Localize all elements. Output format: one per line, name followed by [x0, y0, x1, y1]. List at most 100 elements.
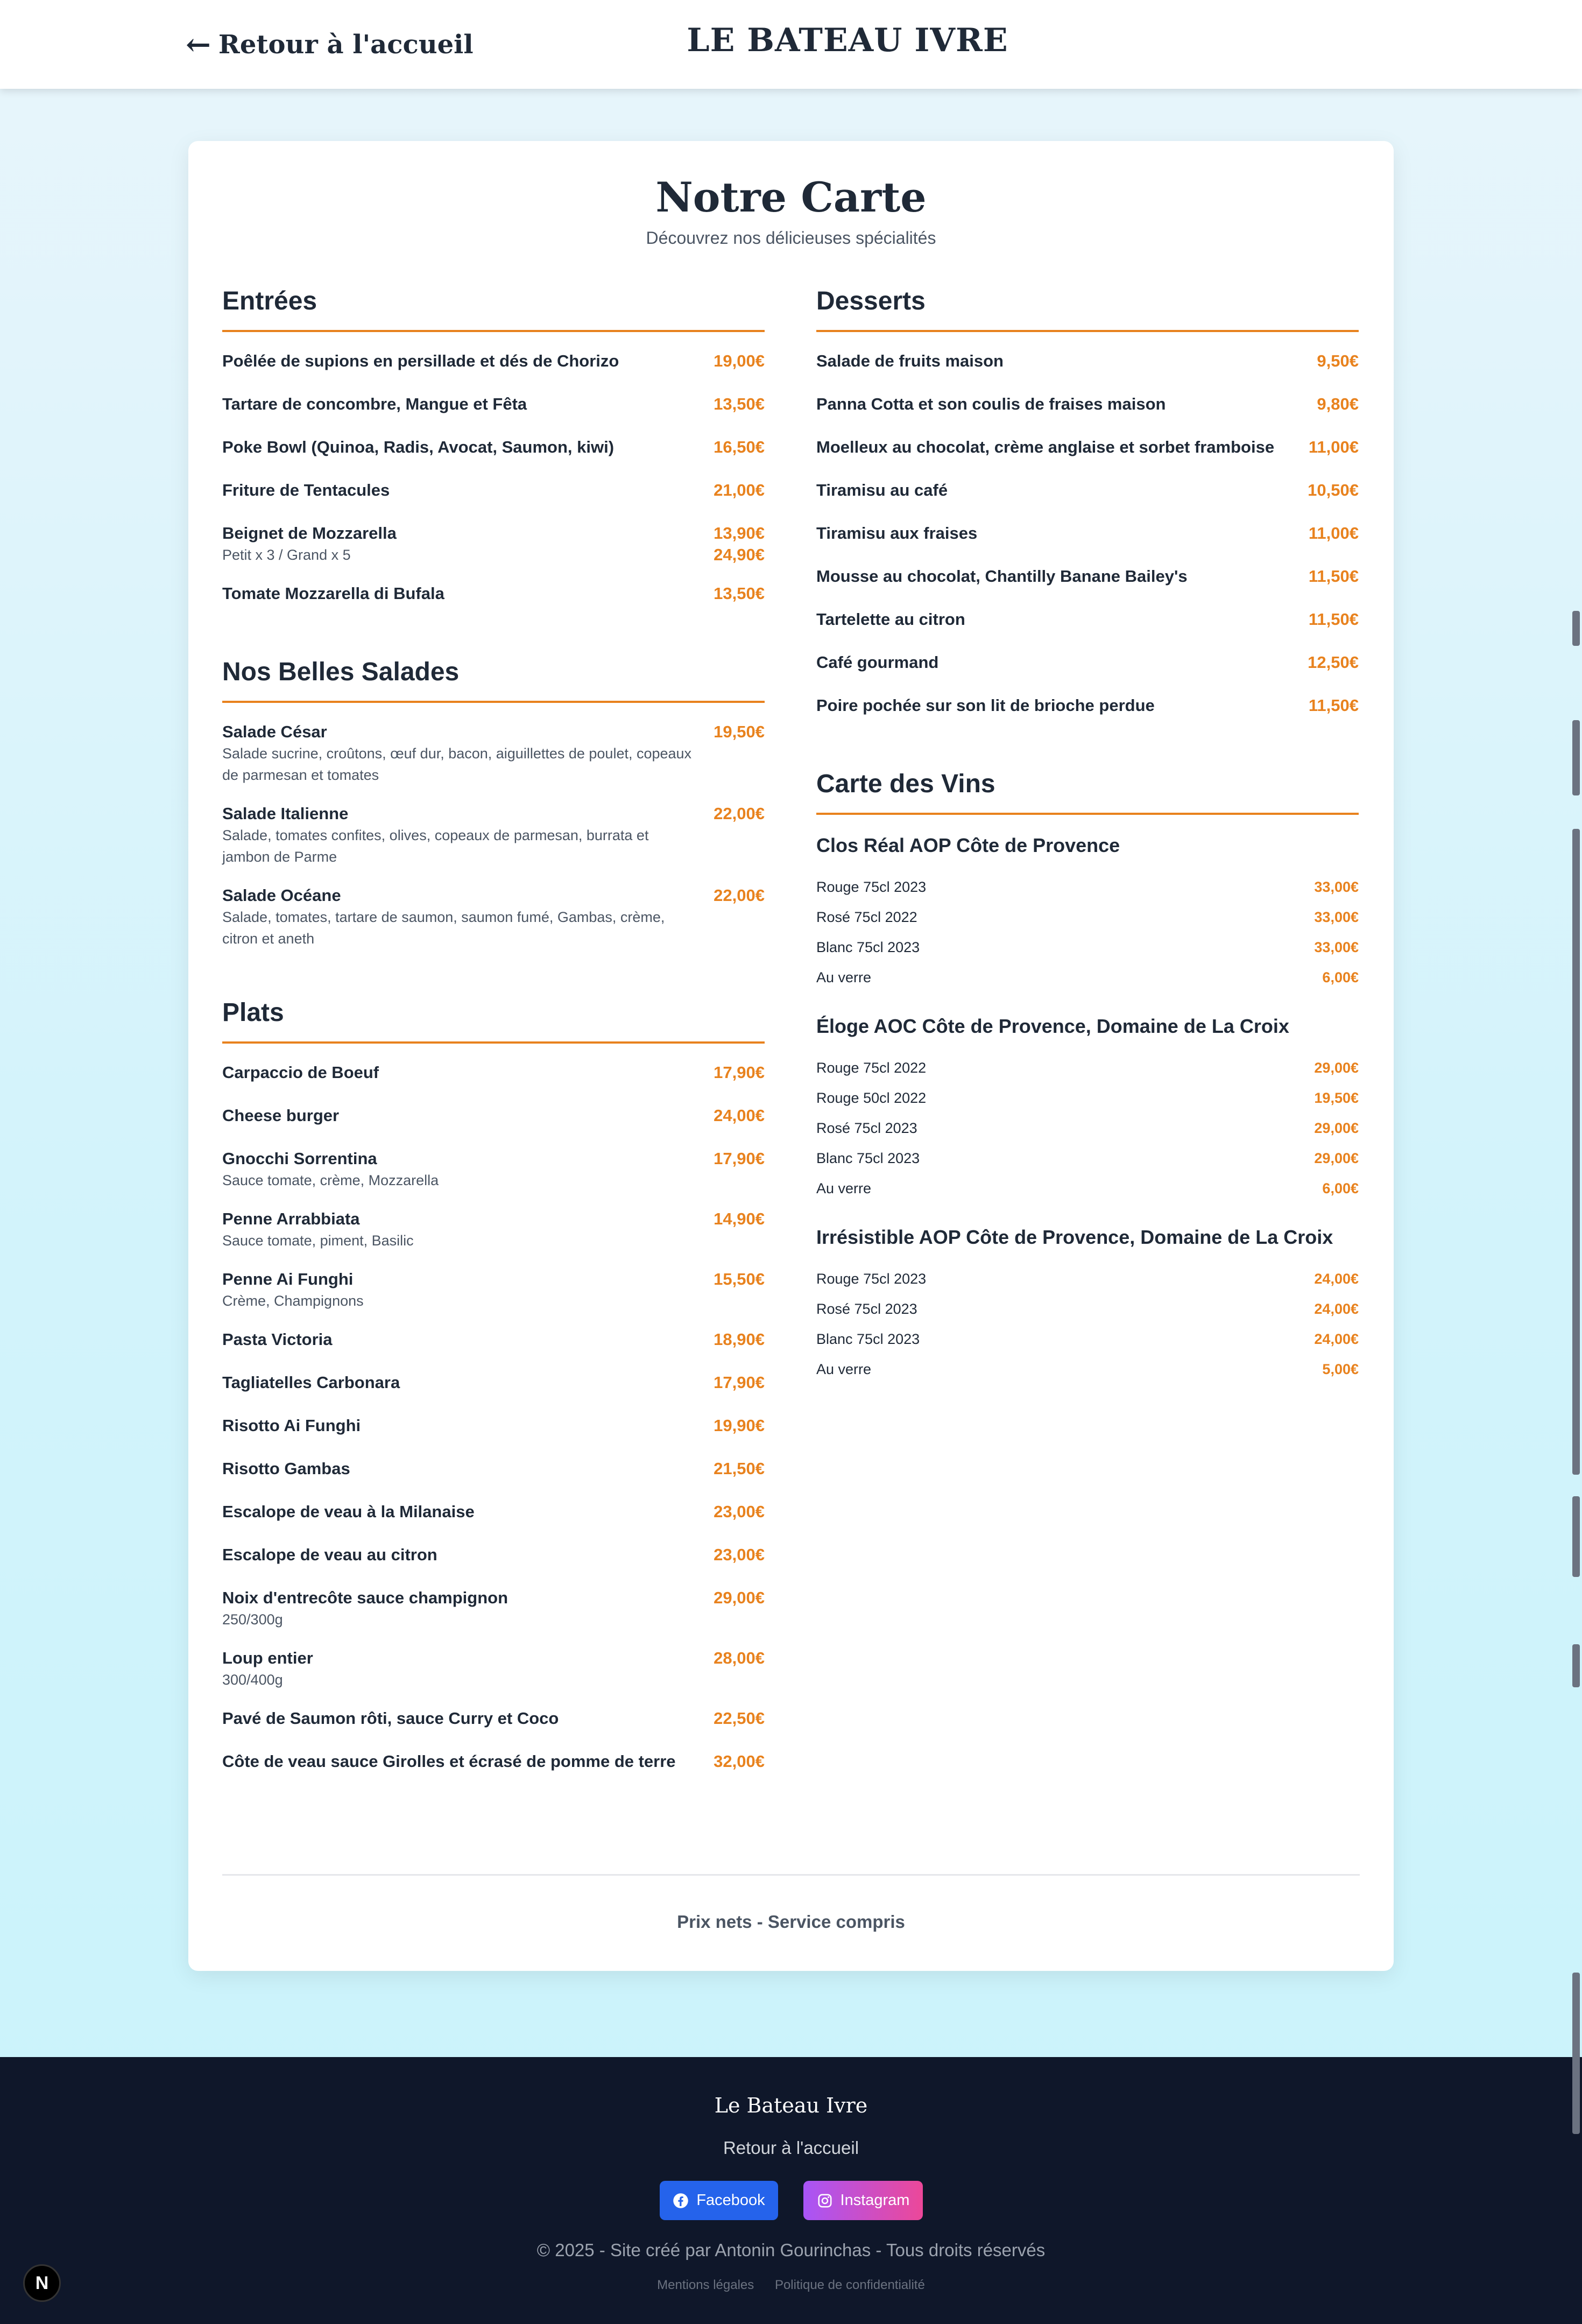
menu-item-main: Panna Cotta et son coulis de fraises mai… — [816, 393, 1317, 415]
footer-legal-links: Mentions légales Politique de confidenti… — [0, 2278, 1582, 2293]
menu-item-description: Sauce tomate, piment, Basilic — [222, 1233, 414, 1249]
menu-item: Salade Océane Salade, tomates, tartare de… — [222, 885, 765, 949]
wine-row: Rouge 50cl 2022 19,50€ — [816, 1083, 1359, 1113]
menu-item: Penne Ai Funghi Crème, Champignons 15,50€ — [222, 1269, 765, 1312]
menu-item: Pavé de Saumon rôti, sauce Curry et Coco… — [222, 1708, 765, 1729]
menu-item-prices: 28,00€ — [714, 1647, 765, 1669]
instagram-button[interactable]: Instagram — [803, 2181, 923, 2220]
menu-item-price: 19,50€ — [714, 722, 765, 741]
section-title: Nos Belles Salades — [222, 657, 765, 703]
scroll-marker — [1572, 1973, 1580, 2134]
menu-item-prices: 19,00€ — [714, 350, 765, 372]
site-brand: LE BATEAU IVRE — [687, 22, 1008, 59]
menu-item-prices: 19,90€ — [714, 1415, 765, 1436]
menu-item-name: Panna Cotta et son coulis de fraises mai… — [816, 395, 1166, 413]
wine-name: Irrésistible AOP Côte de Provence, Domai… — [816, 1226, 1333, 1248]
menu-item-price: 11,00€ — [1308, 524, 1359, 543]
menu-item: Moelleux au chocolat, crème anglaise et … — [816, 436, 1359, 458]
menu-item: Tiramisu au café 10,50€ — [816, 480, 1359, 501]
menu-item-main: Tagliatelles Carbonara — [222, 1372, 714, 1393]
wine-block: Irrésistible AOP Côte de Provence, Domai… — [816, 1225, 1359, 1384]
menu-item: Risotto Gambas 21,50€ — [222, 1458, 765, 1480]
menu-item-prices: 22,00€ — [714, 803, 765, 825]
menu-item-name: Gnocchi Sorrentina — [222, 1149, 377, 1168]
footer-home-link[interactable]: Retour à l'accueil — [0, 2138, 1582, 2158]
wine-price: 29,00€ — [1314, 1150, 1359, 1166]
menu-item-prices: 21,50€ — [714, 1458, 765, 1480]
menu-item-main: Loup entier 300/400g — [222, 1647, 714, 1691]
scroll-marker — [1572, 720, 1580, 795]
facebook-button[interactable]: Facebook — [660, 2181, 778, 2220]
menu-item-name: Poêlée de supions en persillade et dés d… — [222, 351, 619, 370]
menu-item-main: Café gourmand — [816, 652, 1308, 673]
menu-item-name: Penne Arrabbiata — [222, 1209, 360, 1228]
menu-item: Côte de veau sauce Girolles et écrasé de… — [222, 1751, 765, 1772]
menu-item-prices: 32,00€ — [714, 1751, 765, 1772]
menu-item: Tomate Mozzarella di Bufala 13,50€ — [222, 583, 765, 604]
menu-item-prices: 21,00€ — [714, 480, 765, 501]
wine-price: 33,00€ — [1314, 878, 1359, 895]
section-title: Carte des Vins — [816, 769, 1359, 815]
menu-item: Loup entier 300/400g 28,00€ — [222, 1647, 765, 1691]
wine-format: Au verre — [816, 1361, 872, 1377]
menu-item-main: Salade César Salade sucrine, croûtons, œu… — [222, 721, 714, 786]
wine-row: Au verre 6,00€ — [816, 1173, 1359, 1203]
menu-item-name: Tartelette au citron — [816, 610, 965, 629]
menu-item-name: Poire pochée sur son lit de brioche perd… — [816, 696, 1155, 715]
menu-section-vins: Carte des Vins Clos Réal AOP Côte de Prov… — [816, 769, 1359, 1384]
legal-notice-link[interactable]: Mentions légales — [657, 2278, 754, 2292]
wine-price: 24,00€ — [1314, 1330, 1359, 1347]
nextjs-dev-badge[interactable]: N — [23, 2264, 61, 2302]
menu-item-name: Escalope de veau à la Milanaise — [222, 1502, 475, 1521]
menu-item-name: Penne Ai Funghi — [222, 1270, 354, 1288]
menu-item-main: Moelleux au chocolat, crème anglaise et … — [816, 436, 1309, 458]
menu-item-price: 11,50€ — [1308, 567, 1359, 586]
menu-item-main: Pavé de Saumon rôti, sauce Curry et Coco — [222, 1708, 714, 1729]
menu-item-prices: 17,90€ — [714, 1372, 765, 1393]
menu-item-price: 19,00€ — [714, 351, 765, 370]
menu-item-main: Tiramisu aux fraises — [816, 523, 1309, 544]
menu-item-prices: 16,50€ — [714, 436, 765, 458]
menu-section-plats: Plats Carpaccio de Boeuf 17,90€ Cheese burg… — [222, 998, 765, 1772]
menu-item-name: Beignet de Mozzarella — [222, 524, 397, 543]
menu-item-prices: 12,50€ — [1308, 652, 1359, 673]
wine-price: 19,50€ — [1314, 1089, 1359, 1106]
menu-item-prices: 23,00€ — [714, 1501, 765, 1523]
back-home-link[interactable]: ← Retour à l'accueil — [186, 24, 474, 65]
menu-item-prices: 11,00€ — [1309, 523, 1359, 544]
menu-item: Penne Arrabbiata Sauce tomate, piment, Ba… — [222, 1208, 765, 1251]
wine-name: Éloge AOC Côte de Provence, Domaine de L… — [816, 1015, 1289, 1037]
menu-item-prices: 13,90€ 24,90€ — [714, 523, 765, 566]
menu-section-desserts: Desserts Salade de fruits maison 9,50€ Pann… — [816, 286, 1359, 716]
menu-item: Tartelette au citron 11,50€ — [816, 609, 1359, 630]
menu-item-main: Salade Italienne Salade, tomates confites… — [222, 803, 714, 868]
menu-item-price: 22,00€ — [714, 804, 765, 823]
menu-item-price: 17,90€ — [714, 1373, 765, 1392]
menu-item-price: 22,50€ — [714, 1709, 765, 1728]
menu-item-main: Noix d'entrecôte sauce champignon 250/300… — [222, 1587, 714, 1630]
arrow-left-icon: ← — [186, 26, 211, 62]
menu-item-name: Mousse au chocolat, Chantilly Banane Bai… — [816, 567, 1188, 586]
menu-item-price: 17,90€ — [714, 1149, 765, 1168]
menu-item-prices: 17,90€ — [714, 1148, 765, 1170]
wine-format: Blanc 75cl 2023 — [816, 1330, 920, 1347]
wine-block: Clos Réal AOP Côte de Provence Rouge 75cl… — [816, 833, 1359, 992]
menu-item-main: Friture de Tentacules — [222, 480, 714, 501]
wine-format: Au verre — [816, 969, 872, 985]
menu-item-prices: 11,50€ — [1309, 695, 1359, 716]
wine-name: Clos Réal AOP Côte de Provence — [816, 834, 1120, 856]
privacy-policy-link[interactable]: Politique de confidentialité — [775, 2278, 925, 2292]
menu-item-name: Tagliatelles Carbonara — [222, 1373, 400, 1392]
menu-item: Gnocchi Sorrentina Sauce tomate, crème, M… — [222, 1148, 765, 1191]
menu-item-name: Cheese burger — [222, 1106, 340, 1125]
menu-item: Noix d'entrecôte sauce champignon 250/300… — [222, 1587, 765, 1630]
footer-brand: Le Bateau Ivre — [714, 2094, 868, 2117]
menu-item-name: Noix d'entrecôte sauce champignon — [222, 1588, 508, 1607]
menu-item-price: 24,00€ — [714, 1106, 765, 1125]
menu-item: Mousse au chocolat, Chantilly Banane Bai… — [816, 566, 1359, 587]
menu-item: Escalope de veau au citron 23,00€ — [222, 1544, 765, 1566]
menu-section-entrees: Entrées Poêlée de supions en persillade e… — [222, 286, 765, 604]
wine-row: Rosé 75cl 2023 29,00€ — [816, 1113, 1359, 1143]
